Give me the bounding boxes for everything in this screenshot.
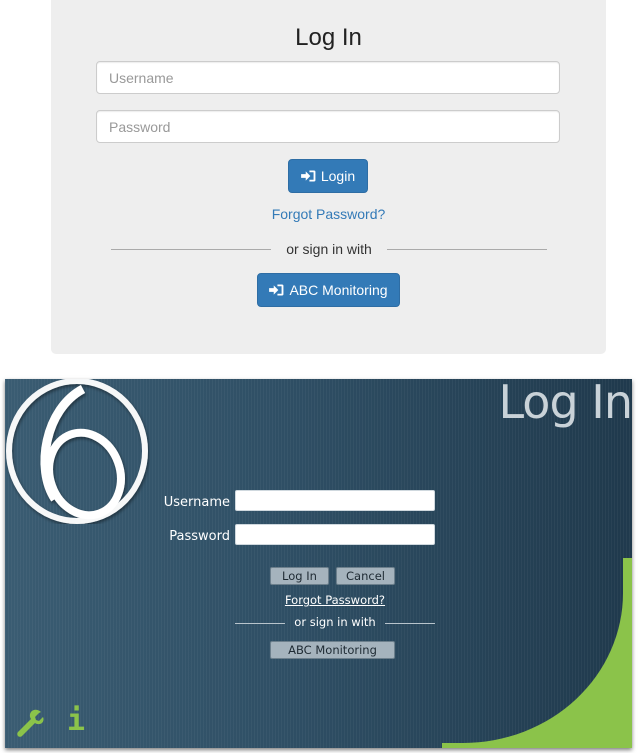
divider-line-right (387, 249, 547, 250)
desktop-forgot-password-link[interactable]: Forgot Password? (235, 593, 435, 607)
desktop-cancel-button[interactable]: Cancel (336, 567, 395, 585)
swirl-logo-icon (6, 379, 148, 524)
web-username-input[interactable] (96, 61, 560, 94)
username-label: Username (163, 495, 230, 510)
desktop-login-button[interactable]: Log In (270, 567, 329, 585)
desktop-login-title: Log In (498, 379, 632, 429)
divider-line-right (385, 623, 435, 624)
desktop-divider-text: or sign in with (294, 615, 376, 629)
web-password-input[interactable] (96, 110, 560, 143)
desktop-sso-button[interactable]: ABC Monitoring (270, 641, 395, 659)
web-sso-button[interactable]: ABC Monitoring (257, 273, 400, 307)
web-divider: or sign in with (111, 240, 547, 258)
web-login-card: Log In Login Forgot Password? or sign in… (51, 0, 606, 354)
sign-in-icon (300, 170, 316, 182)
sign-in-icon (269, 284, 284, 296)
web-forgot-password-link[interactable]: Forgot Password? (51, 206, 606, 222)
info-icon[interactable]: i (67, 704, 87, 738)
desktop-login-panel: Log In Username Password Log In Cancel F… (5, 379, 632, 748)
wrench-icon[interactable] (14, 708, 44, 738)
desktop-username-input[interactable] (235, 490, 435, 511)
web-login-button-label: Login (320, 168, 356, 184)
web-login-title: Log In (295, 24, 362, 51)
web-sso-button-label: ABC Monitoring (289, 282, 388, 298)
desktop-password-input[interactable] (235, 524, 435, 545)
desktop-divider: or sign in with (235, 615, 435, 631)
web-login-button[interactable]: Login (288, 159, 368, 193)
password-label: Password (169, 529, 230, 544)
